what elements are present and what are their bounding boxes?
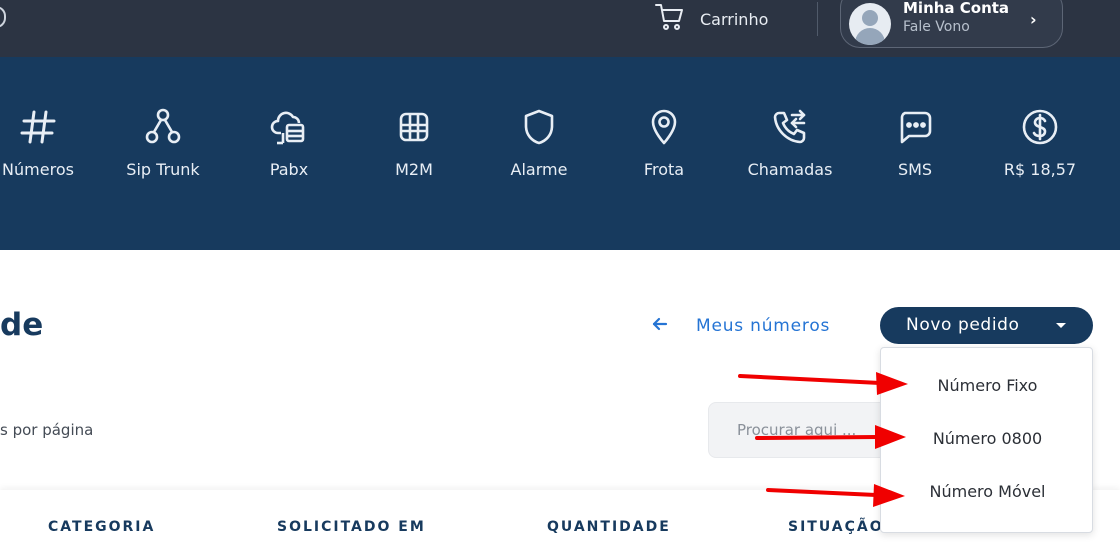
nav-item-label: Frota	[643, 160, 685, 179]
location-pin-icon	[651, 109, 677, 145]
nav-item-label: Números	[2, 160, 74, 179]
shield-icon	[524, 109, 554, 145]
caret-down-icon	[1056, 323, 1066, 328]
my-numbers-link[interactable]: Meus números	[652, 316, 830, 336]
nav-item-label: Pabx	[269, 160, 309, 179]
page-title: de	[0, 307, 44, 343]
nav-item-m2m[interactable]: M2M	[354, 107, 474, 179]
column-header-category[interactable]: CATEGORIA	[48, 519, 155, 535]
partial-logo-icon	[0, 6, 6, 28]
search-input[interactable]	[708, 402, 908, 458]
arrow-left-icon	[652, 316, 668, 336]
column-header-quantity[interactable]: QUANTIDADE	[547, 519, 671, 535]
nav-item-label: Alarme	[510, 160, 568, 179]
main-nav: Números Sip Trunk Pabx M2M Alarme Frota …	[0, 57, 1120, 250]
avatar	[849, 3, 891, 45]
sip-trunk-icon	[145, 108, 181, 144]
nav-item-sms[interactable]: SMS	[855, 107, 975, 179]
nav-item-numeros[interactable]: Números	[0, 107, 98, 179]
menu-item-numero-fixo[interactable]: Número Fixo	[881, 376, 1094, 395]
hash-icon	[20, 110, 56, 144]
nav-item-label: Sip Trunk	[126, 160, 200, 179]
sim-chip-icon	[399, 112, 429, 142]
account-menu-button[interactable]: Minha Conta Fale Vono ›	[840, 0, 1063, 48]
header-divider	[817, 2, 818, 36]
nav-item-frota[interactable]: Frota	[604, 107, 724, 179]
top-bar: Carrinho Minha Conta Fale Vono ›	[0, 0, 1120, 57]
nav-item-pabx[interactable]: Pabx	[229, 107, 349, 179]
menu-item-numero-movel[interactable]: Número Móvel	[881, 482, 1094, 501]
nav-item-label: R$ 18,57	[1003, 160, 1077, 179]
pabx-icon	[270, 111, 305, 145]
nav-item-alarme[interactable]: Alarme	[479, 107, 599, 179]
chat-bubble-icon	[900, 111, 932, 144]
new-order-dropdown: Número Fixo Número 0800 Número Móvel	[880, 347, 1093, 533]
new-order-button[interactable]: Novo pedido	[880, 307, 1093, 344]
account-name: Minha Conta	[903, 0, 1010, 17]
nav-item-balance[interactable]: R$ 18,57	[980, 107, 1100, 179]
new-order-label: Novo pedido	[906, 315, 1020, 335]
cart-label: Carrinho	[700, 9, 769, 29]
nav-item-label: Chamadas	[747, 160, 833, 179]
per-page-label: s por página	[0, 421, 94, 439]
chevron-right-icon: ›	[1030, 10, 1037, 29]
cart-icon	[654, 2, 686, 36]
cart-button[interactable]: Carrinho	[654, 4, 768, 34]
phone-transfer-icon	[773, 109, 806, 144]
nav-item-sip-trunk[interactable]: Sip Trunk	[103, 107, 223, 179]
column-header-status[interactable]: SITUAÇÃO	[788, 519, 884, 535]
nav-item-chamadas[interactable]: Chamadas	[730, 107, 850, 179]
dollar-coin-icon	[1022, 109, 1058, 145]
menu-item-numero-0800[interactable]: Número 0800	[881, 429, 1094, 448]
nav-item-label: SMS	[897, 160, 933, 179]
nav-item-label: M2M	[395, 160, 433, 179]
my-numbers-label: Meus números	[696, 316, 831, 336]
account-subtitle: Fale Vono	[903, 19, 970, 35]
column-header-requested-at[interactable]: SOLICITADO EM	[277, 519, 426, 535]
